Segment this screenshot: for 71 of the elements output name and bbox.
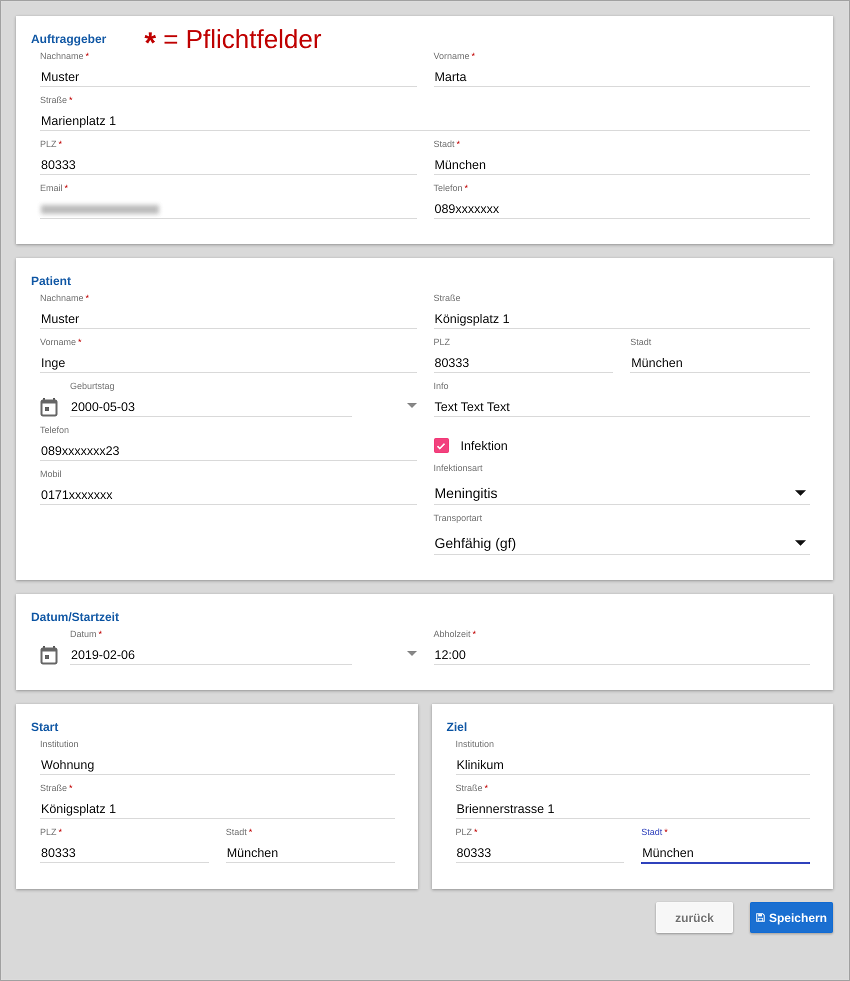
input-field[interactable]: Klinikum (456, 756, 810, 775)
field-label: PLZ (434, 336, 452, 348)
date-input-field[interactable]: 2019-02-06 (70, 646, 352, 665)
section-title: Patient (31, 274, 72, 288)
field-label: Straße * (456, 782, 490, 794)
input-field[interactable]: 0171xxxxxxx (40, 486, 416, 505)
checkbox[interactable] (434, 438, 448, 453)
section-title: Auftraggeber (31, 32, 106, 46)
input-field[interactable]: München (434, 156, 810, 175)
input-field[interactable]: Königsplatz 1 (434, 310, 810, 329)
section-title: Ziel (446, 720, 468, 734)
input-field[interactable]: Muster (40, 310, 416, 329)
input-field[interactable]: 80333 (456, 844, 624, 863)
required-fields-legend: * = Pflichtfelder (144, 22, 322, 56)
input-field[interactable]: Muster (40, 68, 416, 87)
field-label: Transportart (434, 512, 484, 524)
input-field[interactable]: München (641, 844, 810, 864)
field-label: Vorname * (434, 50, 476, 62)
field-label: Email * (40, 182, 70, 194)
field-label: Stadt (630, 336, 652, 348)
field-label: Nachname * (40, 50, 90, 62)
checkbox-label: Infektion (460, 438, 508, 452)
field-label: Telefon (40, 424, 70, 436)
input-field[interactable]: 089xxxxxxx (434, 200, 810, 219)
save-button[interactable]: Speichern (750, 902, 833, 933)
field-label: Vorname * (40, 336, 83, 348)
field-label: Stadt * (434, 138, 462, 150)
field-label: Straße (434, 292, 462, 304)
field-label: Mobil (40, 468, 63, 480)
input-field[interactable]: München (630, 354, 810, 373)
field-label: Straße * (40, 782, 74, 794)
back-button[interactable]: zurück (656, 902, 733, 933)
calendar-icon[interactable] (40, 644, 58, 664)
input-field[interactable]: Wohnung (40, 756, 394, 775)
input-field[interactable]: Marienplatz 1 (40, 112, 810, 131)
caret-icon (795, 490, 806, 496)
section-title: Start (31, 720, 58, 734)
field-label: PLZ * (456, 826, 479, 838)
date-input-field[interactable]: 2000-05-03 (70, 398, 352, 417)
input-field[interactable]: Marta (434, 68, 810, 87)
field-label: Info (434, 380, 450, 392)
input-field[interactable]: 80333 (434, 354, 614, 373)
input-field[interactable]: 80333 (40, 844, 209, 863)
dropdown-field[interactable]: Meningitis (434, 482, 810, 505)
dropdown-field[interactable]: Gehfähig (gf) (434, 532, 810, 555)
field-label: Infektionsart (434, 462, 484, 474)
field-label: Institution (40, 738, 80, 750)
input-field[interactable]: 12:00 (434, 646, 810, 665)
field-label: Stadt * (226, 826, 254, 838)
field-label: Nachname * (40, 292, 90, 304)
input-field[interactable]: Briennerstrasse 1 (456, 800, 810, 819)
input-field[interactable]: 089xxxxxxx23 (40, 442, 416, 461)
input-field[interactable]: München (226, 844, 394, 863)
field-label: Telefon * (434, 182, 470, 194)
field-label: Straße * (40, 94, 74, 106)
dropdown-caret-icon[interactable] (406, 403, 416, 408)
section-title: Datum/Startzeit (31, 610, 120, 624)
field-label: Datum * (70, 628, 104, 640)
input-field[interactable]: Text Text Text (434, 398, 810, 417)
field-label: Institution (456, 738, 496, 750)
field-label: Geburtstag (70, 380, 116, 392)
dropdown-caret-icon[interactable] (406, 651, 416, 656)
input-field[interactable]: Königsplatz 1 (40, 800, 394, 819)
field-label: Abholzeit * (434, 628, 478, 640)
calendar-icon[interactable] (40, 396, 58, 416)
input-field[interactable]: Inge (40, 354, 416, 373)
field-label: Stadt * (641, 826, 669, 838)
input-field[interactable]: 80333 (40, 156, 416, 175)
field-label: PLZ * (40, 138, 64, 150)
caret-icon (795, 540, 806, 546)
field-label: PLZ * (40, 826, 64, 838)
